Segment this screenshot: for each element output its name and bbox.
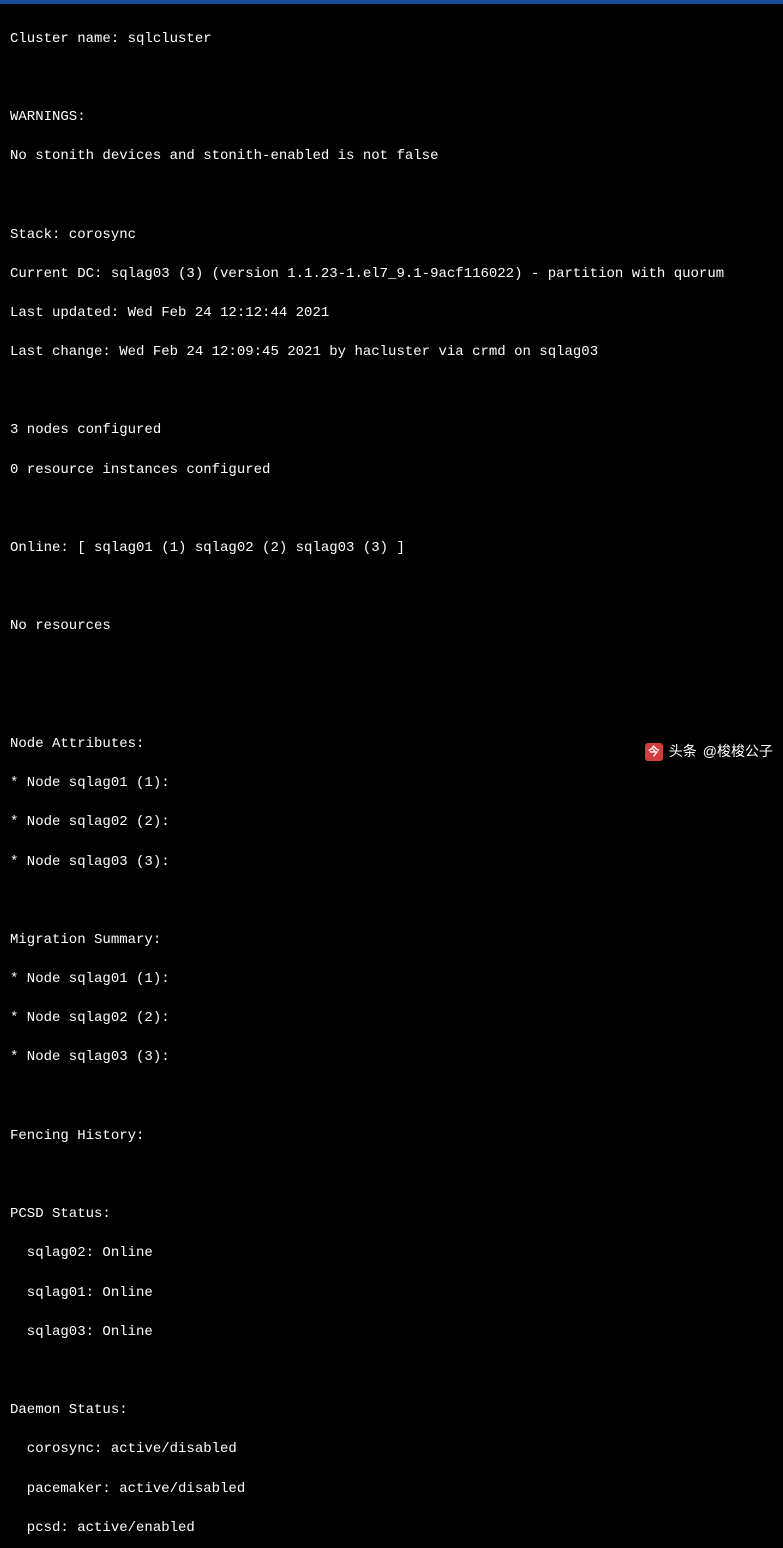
resources-configured-line: 0 resource instances configured <box>10 461 773 481</box>
migration-node-1: * Node sqlag01 (1): <box>10 970 773 990</box>
watermark-prefix: 头条 <box>669 742 697 762</box>
current-dc-line: Current DC: sqlag03 (3) (version 1.1.23-… <box>10 265 773 285</box>
fencing-header: Fencing History: <box>10 1127 773 1147</box>
blank-line <box>10 892 773 912</box>
blank-line <box>10 657 773 677</box>
migration-header: Migration Summary: <box>10 931 773 951</box>
warnings-stonith: No stonith devices and stonith-enabled i… <box>10 147 773 167</box>
warnings-header: WARNINGS: <box>10 108 773 128</box>
daemon-header: Daemon Status: <box>10 1401 773 1421</box>
blank-line <box>10 1166 773 1186</box>
node-attr-2: * Node sqlag02 (2): <box>10 813 773 833</box>
no-resources-line: No resources <box>10 617 773 637</box>
daemon-pacemaker: pacemaker: active/disabled <box>10 1480 773 1500</box>
blank-line <box>10 382 773 402</box>
daemon-corosync: corosync: active/disabled <box>10 1440 773 1460</box>
pcsd-status-2: sqlag01: Online <box>10 1284 773 1304</box>
blank-line <box>10 69 773 89</box>
pcsd-status-3: sqlag03: Online <box>10 1323 773 1343</box>
terminal-output[interactable]: Cluster name: sqlcluster WARNINGS: No st… <box>0 4 783 1548</box>
cluster-name-line: Cluster name: sqlcluster <box>10 30 773 50</box>
blank-line <box>10 1088 773 1108</box>
online-nodes-line: Online: [ sqlag01 (1) sqlag02 (2) sqlag0… <box>10 539 773 559</box>
migration-node-3: * Node sqlag03 (3): <box>10 1048 773 1068</box>
pcsd-status-1: sqlag02: Online <box>10 1244 773 1264</box>
nodes-configured-line: 3 nodes configured <box>10 421 773 441</box>
blank-line <box>10 500 773 520</box>
last-updated-line: Last updated: Wed Feb 24 12:12:44 2021 <box>10 304 773 324</box>
migration-node-2: * Node sqlag02 (2): <box>10 1009 773 1029</box>
watermark: 今 头条 @梭梭公子 <box>645 742 773 762</box>
node-attr-3: * Node sqlag03 (3): <box>10 853 773 873</box>
pcsd-header: PCSD Status: <box>10 1205 773 1225</box>
blank-line <box>10 1362 773 1382</box>
last-change-line: Last change: Wed Feb 24 12:09:45 2021 by… <box>10 343 773 363</box>
stack-line: Stack: corosync <box>10 226 773 246</box>
watermark-logo-icon: 今 <box>645 743 663 761</box>
blank-line <box>10 696 773 716</box>
watermark-user: @梭梭公子 <box>703 742 773 762</box>
blank-line <box>10 578 773 598</box>
node-attr-1: * Node sqlag01 (1): <box>10 774 773 794</box>
daemon-pcsd: pcsd: active/enabled <box>10 1519 773 1539</box>
blank-line <box>10 186 773 206</box>
